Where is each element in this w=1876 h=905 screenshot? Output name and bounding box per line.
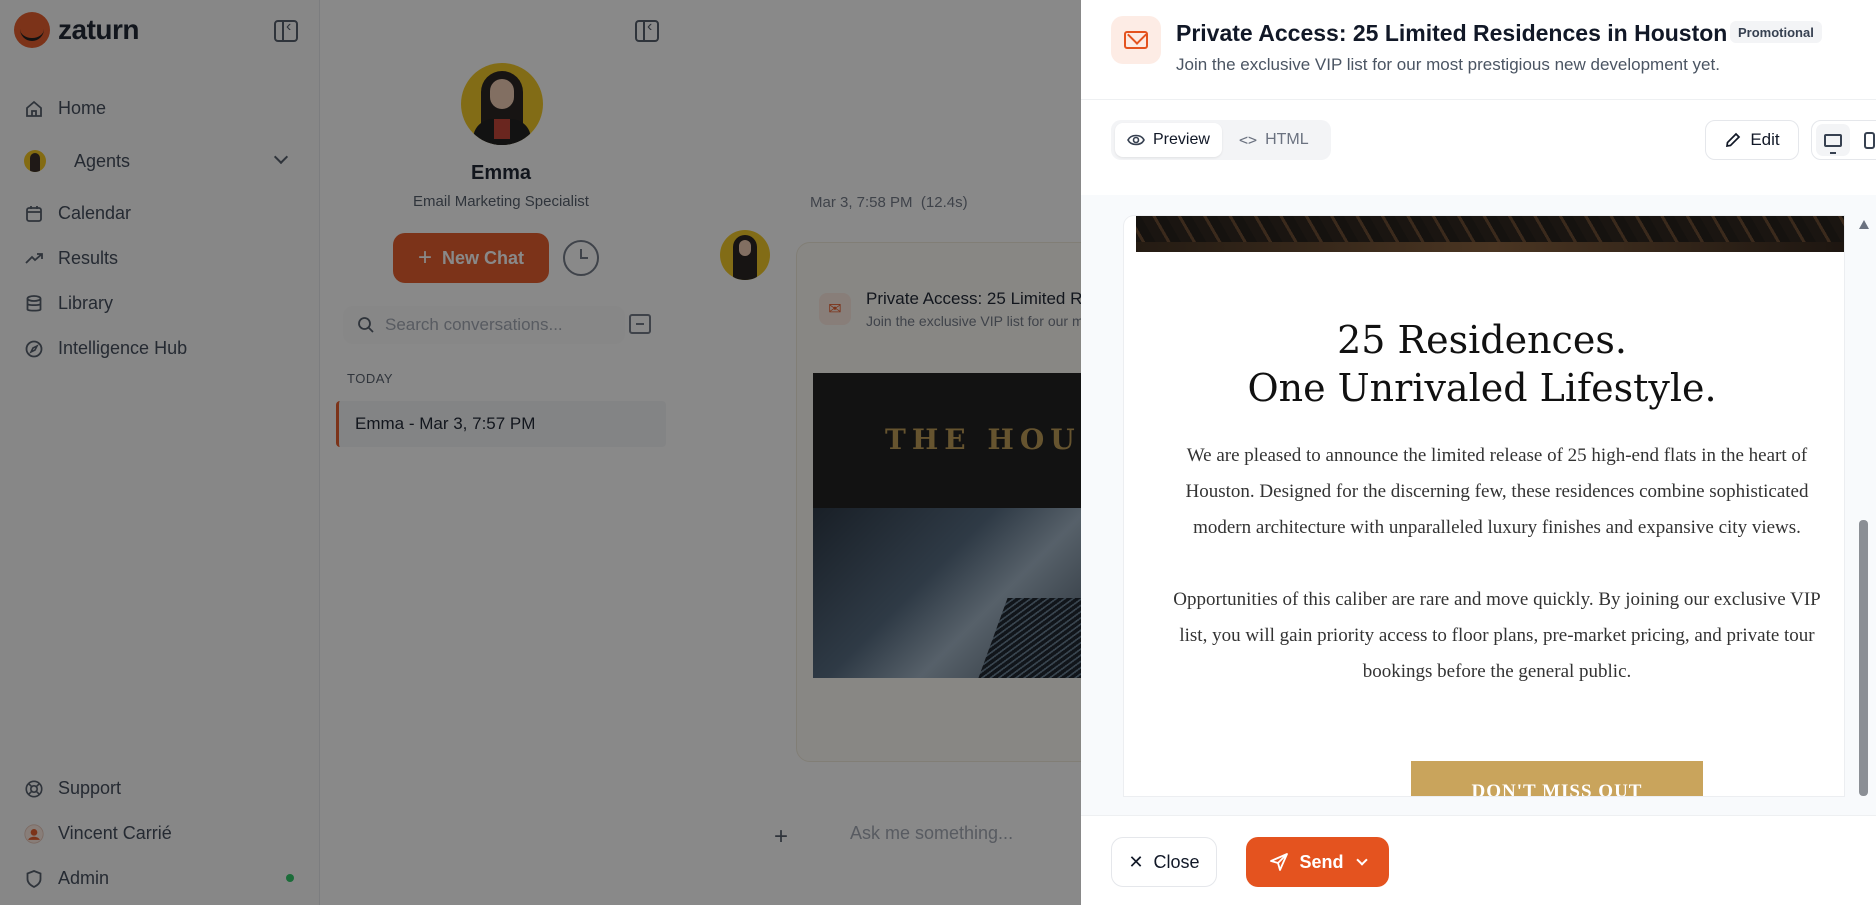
view-mode-toggle: Preview <> HTML (1111, 120, 1331, 160)
phone-icon (1863, 131, 1875, 149)
close-button[interactable]: ✕ Close (1111, 837, 1217, 887)
tab-preview[interactable]: Preview (1115, 123, 1222, 157)
email-preview-frame[interactable]: 25 Residences. One Unrivaled Lifestyle. … (1124, 216, 1844, 796)
drawer-header: Private Access: 25 Limited Residences in… (1081, 0, 1876, 100)
send-label: Send (1299, 851, 1344, 872)
mail-icon (1111, 16, 1161, 64)
eye-icon (1127, 134, 1145, 146)
headline-line-1: 25 Residences. (1337, 318, 1627, 362)
tab-preview-label: Preview (1153, 131, 1210, 148)
pencil-icon (1726, 132, 1741, 148)
email-paragraph-1: We are pleased to announce the limited r… (1185, 445, 1809, 538)
category-badge: Promotional (1730, 21, 1822, 43)
desktop-view-button[interactable] (1816, 124, 1850, 156)
close-icon: ✕ (1128, 851, 1144, 872)
email-cta-button[interactable]: DON'T MISS OUT (1411, 761, 1703, 796)
send-icon (1270, 853, 1289, 871)
code-icon: <> (1239, 131, 1258, 149)
email-paragraph-2: Opportunities of this caliber are rare a… (1173, 589, 1821, 682)
tab-html[interactable]: <> HTML (1227, 123, 1321, 157)
scroll-up-arrow-icon[interactable] (1859, 220, 1869, 229)
mobile-view-button[interactable] (1852, 124, 1876, 156)
email-hero-image (1136, 216, 1844, 252)
edit-button[interactable]: Edit (1705, 120, 1799, 160)
drawer-title: Private Access: 25 Limited Residences in… (1176, 20, 1728, 46)
edit-label: Edit (1750, 130, 1780, 149)
close-label: Close (1153, 851, 1200, 872)
device-toggle (1811, 120, 1876, 160)
modal-backdrop[interactable] (0, 0, 1081, 905)
chevron-down-icon[interactable] (1355, 854, 1368, 866)
drawer-subtitle: Join the exclusive VIP list for our most… (1176, 55, 1720, 74)
tab-html-label: HTML (1265, 131, 1309, 148)
monitor-icon (1824, 133, 1842, 154)
email-detail-drawer: Private Access: 25 Limited Residences in… (1081, 0, 1876, 905)
drawer-footer: ✕ Close Send (1081, 815, 1876, 905)
send-button[interactable]: Send (1246, 837, 1389, 887)
scroll-thumb[interactable] (1859, 520, 1868, 796)
preview-scrollbar[interactable] (1857, 220, 1869, 796)
headline-line-2: One Unrivaled Lifestyle. (1247, 366, 1717, 410)
email-headline: 25 Residences. One Unrivaled Lifestyle. (1124, 316, 1840, 412)
